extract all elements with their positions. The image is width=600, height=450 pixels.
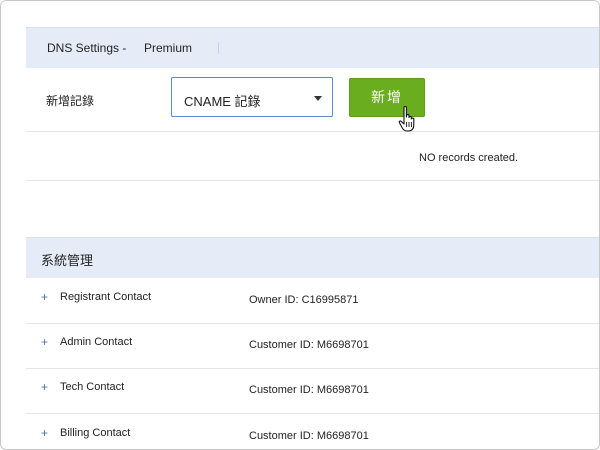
plus-icon[interactable]: + — [41, 335, 48, 349]
record-type-select[interactable]: CNAME 記錄 — [171, 77, 333, 117]
contact-row-admin[interactable]: + Admin Contact Customer ID: M6698701 — [26, 323, 599, 369]
contact-label: Billing Contact — [60, 427, 131, 439]
contact-row-billing[interactable]: + Billing Contact Customer ID: M6698701 — [26, 414, 599, 449]
contact-row-tech[interactable]: + Tech Contact Customer ID: M6698701 — [26, 368, 599, 414]
chevron-down-icon — [314, 96, 322, 101]
header-divider — [218, 42, 219, 54]
dns-settings-title: DNS Settings - — [47, 41, 127, 55]
add-record-label: 新增記錄 — [46, 94, 95, 108]
contact-id: Customer ID: M6698701 — [249, 430, 369, 442]
hand-pointer-icon — [398, 106, 415, 132]
plus-icon[interactable]: + — [41, 380, 48, 394]
contact-label: Registrant Contact — [60, 291, 152, 303]
no-records-message: NO records created. — [419, 152, 519, 164]
dns-settings-window: DNS Settings - Premium 新增記錄 CNAME 記錄 新增 … — [0, 0, 600, 450]
system-management-title: 系統管理 — [41, 253, 94, 268]
contact-id: Customer ID: M6698701 — [249, 339, 369, 351]
contact-row-registrant[interactable]: + Registrant Contact Owner ID: C16995871 — [26, 278, 599, 324]
record-type-value: CNAME 記錄 — [184, 94, 261, 109]
system-management-header: 系統管理 — [26, 237, 599, 278]
contact-id: Owner ID: C16995871 — [249, 294, 359, 306]
contact-id: Customer ID: M6698701 — [249, 384, 369, 396]
contact-label: Tech Contact — [60, 381, 125, 393]
contact-label: Admin Contact — [60, 336, 133, 348]
plus-icon[interactable]: + — [41, 290, 48, 304]
dns-plan-label: Premium — [144, 41, 193, 55]
add-record-row: 新增記錄 CNAME 記錄 新增 — [26, 67, 599, 132]
dns-settings-header: DNS Settings - Premium — [26, 27, 599, 68]
records-list: NO records created. — [26, 132, 599, 181]
plus-icon[interactable]: + — [41, 426, 48, 440]
